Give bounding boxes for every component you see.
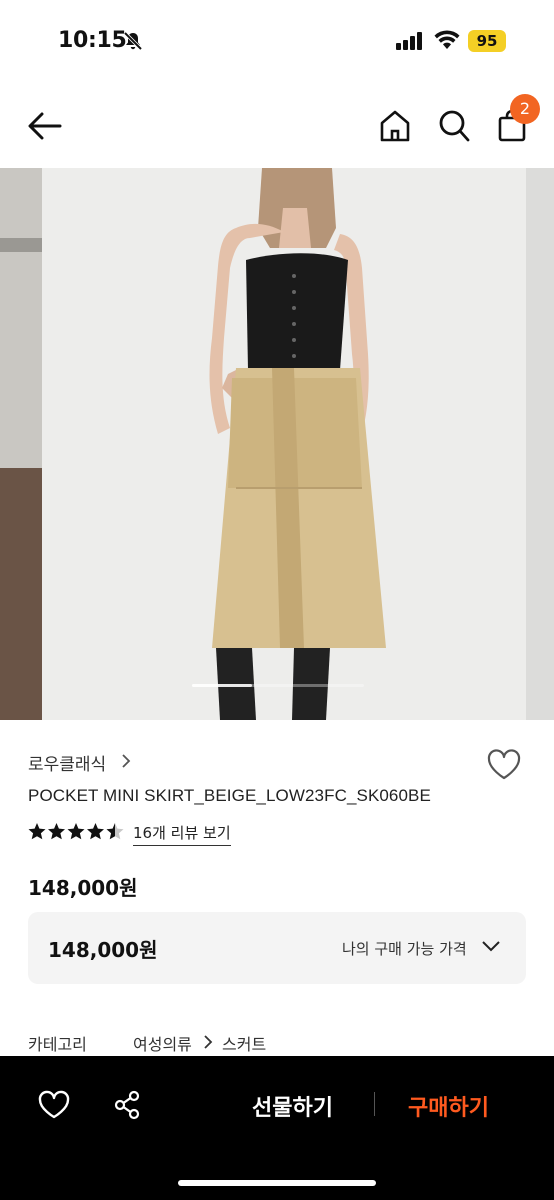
rating-stars [28,822,128,846]
reviews-link[interactable]: 16개 리뷰 보기 [133,822,231,846]
search-icon[interactable] [437,108,471,148]
product-title: POCKET MINI SKIRT_BEIGE_LOW23FC_SK060BE [28,786,431,805]
star-icon [48,823,65,840]
my-price-value: 148,000원 [48,938,158,962]
my-price-box[interactable]: 148,000원 나의 구매 가능 가격 [28,912,526,984]
star-icon [106,823,124,840]
home-icon[interactable] [378,108,412,148]
divider [374,1092,375,1116]
cart-count-badge: 2 [510,94,540,124]
product-price: 148,000원 [28,876,138,900]
category-label: 카테고리 [28,1035,87,1054]
share-icon[interactable] [112,1090,142,1124]
wifi-icon [434,30,460,54]
bottom-action-bar: 선물하기 구매하기 [0,1056,554,1200]
home-indicator [178,1180,376,1186]
gallery-progress-bar [192,684,364,687]
category-crumb-skirt[interactable]: 스커트 [222,1031,266,1055]
gallery-progress-fill [192,684,253,687]
star-icon [67,823,85,840]
status-time: 10:15 [58,28,127,53]
wishlist-heart-icon[interactable] [486,748,522,786]
chevron-right-icon[interactable] [120,752,132,774]
chevron-down-icon[interactable] [480,938,502,958]
gift-button[interactable]: 선물하기 [252,1090,333,1122]
buy-button[interactable]: 구매하기 [408,1090,489,1122]
star-icon [28,823,46,840]
star-icon [87,823,104,840]
chevron-right-icon [202,1033,214,1055]
signal-icon [396,32,424,54]
battery-indicator: 95 [468,30,506,52]
brand-name[interactable]: 로우클래식 [28,750,106,775]
my-price-label: 나의 구매 가능 가격 [342,940,467,958]
heart-icon[interactable] [38,1090,70,1124]
status-bar: 10:15 95 [0,0,554,80]
category-crumb-women[interactable]: 여성의류 [133,1031,192,1055]
back-arrow-icon[interactable] [26,108,64,148]
product-image[interactable] [0,168,554,720]
top-nav: 2 [0,88,554,164]
silent-bell-icon [122,30,144,56]
